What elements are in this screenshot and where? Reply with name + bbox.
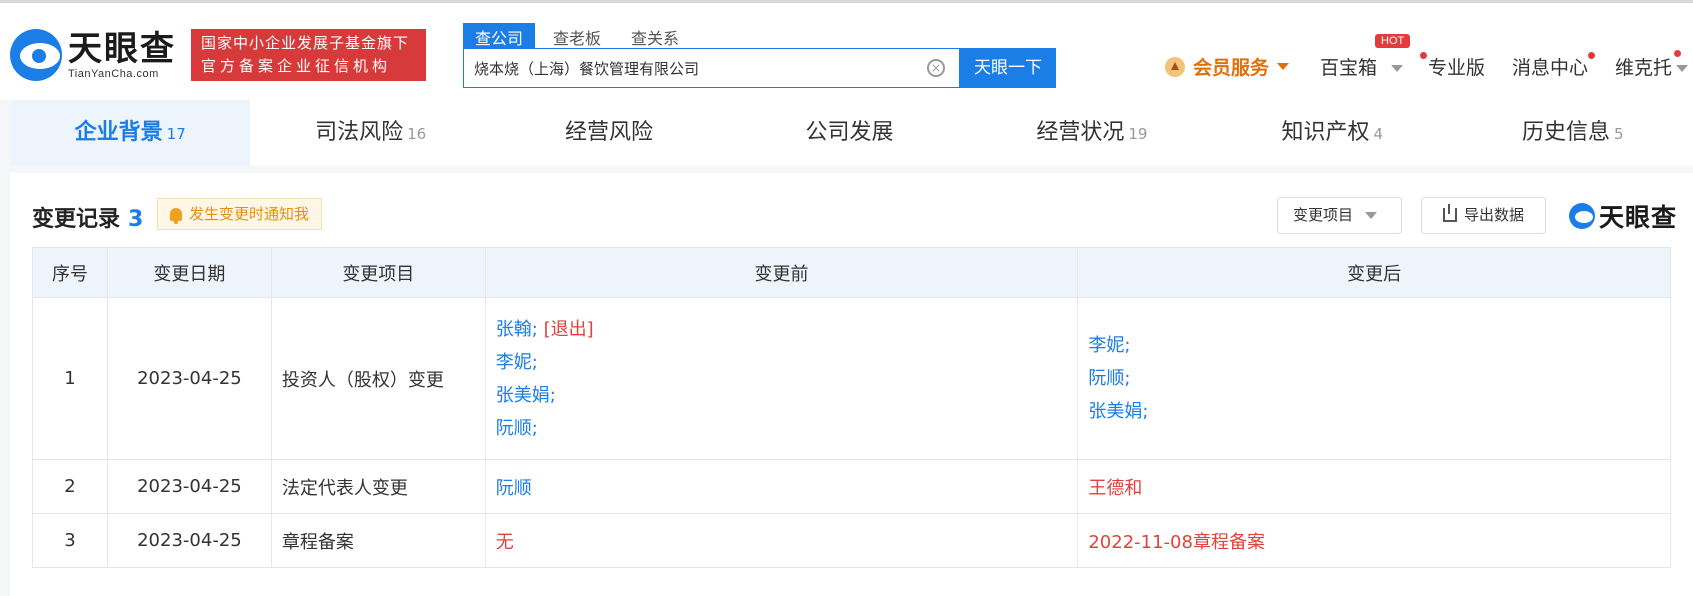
crown-icon: [1165, 56, 1185, 77]
tianyancha-logo[interactable]: 天眼查 TianYanCha.com: [10, 29, 176, 81]
tab-operating-risk[interactable]: 经营风险: [491, 100, 731, 166]
shareholder-link[interactable]: 李妮;: [496, 346, 1078, 379]
fund-badge: 国家中小企业发展子基金旗下 官方备案企业征信机构: [191, 29, 426, 81]
tab-operating-status[interactable]: 经营状况 19: [972, 100, 1212, 166]
message-center-link[interactable]: 消息中心: [1512, 53, 1588, 80]
message-dot: [1588, 52, 1595, 59]
tab-company-development[interactable]: 公司发展: [731, 100, 971, 166]
top-bar: 天眼查 TianYanCha.com 国家中小企业发展子基金旗下 官方备案企业征…: [0, 0, 1693, 100]
shareholder-link[interactable]: 阮顺;: [1088, 362, 1670, 395]
chevron-down-icon: [1676, 65, 1689, 72]
section-title: 变更记录 3: [32, 207, 144, 232]
tab-judicial-risk[interactable]: 司法风险 16: [250, 100, 490, 166]
shareholder-link[interactable]: 李妮;: [1088, 329, 1670, 362]
shareholder-link[interactable]: 张美娟;: [496, 379, 1078, 412]
pro-version-link[interactable]: 专业版: [1428, 53, 1485, 80]
exit-tag: [退出]: [543, 318, 594, 340]
table-header-row: 序号 变更日期 变更项目 变更前 变更后: [32, 247, 1671, 298]
col-header-item: 变更项目: [270, 247, 486, 298]
search-input[interactable]: [464, 49, 959, 87]
treasure-box-menu[interactable]: 百宝箱: [1320, 53, 1404, 80]
table-row: 1 2023-04-25 投资人（股权）变更 张翰; [退出] 李妮; 张美娟;…: [32, 297, 1671, 460]
search-tab-company[interactable]: 查公司: [463, 23, 536, 48]
shareholder-link[interactable]: 张翰;: [496, 319, 538, 340]
record-count: 3: [128, 207, 144, 232]
shareholder-link[interactable]: 阮顺;: [496, 412, 1078, 445]
search-box: ×: [463, 48, 960, 88]
col-header-index: 序号: [32, 247, 108, 298]
table-row: 3 2023-04-25 章程备案 无 2022-11-08章程备案: [32, 513, 1671, 568]
change-item-filter[interactable]: 变更项目: [1277, 197, 1402, 234]
change-records-panel: 变更记录 3 发生变更时通知我 变更项目 导出数据 天眼查 序号 变更日期 变更项…: [10, 173, 1693, 596]
chevron-down-icon: [1391, 65, 1404, 72]
legal-rep-after[interactable]: 王德和: [1077, 459, 1671, 514]
vip-service-menu[interactable]: 会员服务: [1165, 53, 1290, 80]
download-icon: [1442, 204, 1457, 222]
logo-name: 天眼查: [68, 29, 176, 69]
legal-rep-before-link[interactable]: 阮顺: [484, 459, 1079, 514]
change-records-table: 序号 变更日期 变更项目 变更前 变更后 1 2023-04-25 投资人（股权…: [32, 247, 1671, 568]
search-button[interactable]: 天眼一下: [960, 48, 1056, 88]
notify-on-change-button[interactable]: 发生变更时通知我: [157, 198, 323, 230]
eye-logo-icon: [1569, 203, 1595, 229]
col-header-after: 变更后: [1077, 247, 1671, 298]
col-header-before: 变更前: [484, 247, 1079, 298]
notification-dot: [1420, 52, 1427, 59]
chevron-down-icon: [1277, 63, 1290, 70]
hot-badge: HOT: [1375, 34, 1411, 48]
user-menu[interactable]: 维克托: [1615, 53, 1689, 80]
clear-search-icon[interactable]: ×: [927, 59, 945, 77]
watermark-logo: 天眼查: [1569, 198, 1677, 234]
search-tab-relation[interactable]: 查关系: [619, 23, 691, 48]
logo-domain: TianYanCha.com: [68, 68, 159, 80]
category-tabs: 企业背景 17 司法风险 16 经营风险 公司发展 经营状况 19 知识产权 4 历史信…: [10, 100, 1693, 166]
table-row: 2 2023-04-25 法定代表人变更 阮顺 王德和: [32, 459, 1671, 514]
bell-icon: [170, 207, 182, 224]
user-dot: [1674, 50, 1681, 57]
shareholder-link[interactable]: 张美娟;: [1088, 395, 1670, 428]
eye-logo-icon: [10, 29, 62, 81]
search-tab-boss[interactable]: 查老板: [541, 23, 613, 48]
tab-history[interactable]: 历史信息 5: [1453, 100, 1693, 166]
search-type-tabs: 查公司 查老板 查关系: [463, 23, 697, 48]
chevron-down-icon: [1365, 212, 1378, 219]
tab-intellectual-property[interactable]: 知识产权 4: [1212, 100, 1452, 166]
tab-enterprise-background[interactable]: 企业背景 17: [10, 100, 251, 166]
export-data-button[interactable]: 导出数据: [1421, 197, 1546, 234]
col-header-date: 变更日期: [106, 247, 272, 298]
